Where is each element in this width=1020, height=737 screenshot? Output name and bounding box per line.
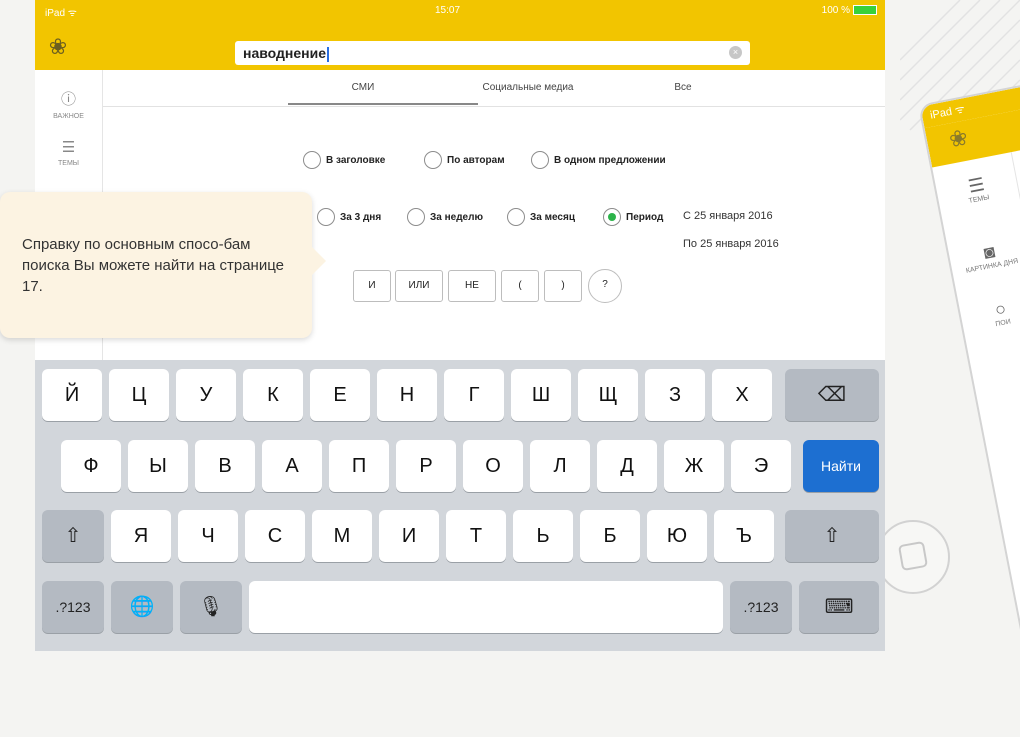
- key-row3-5[interactable]: Т: [446, 510, 506, 562]
- close-paren-button[interactable]: ): [544, 270, 582, 302]
- battery-icon: [853, 5, 877, 16]
- key-row1-8[interactable]: Щ: [578, 369, 638, 421]
- key-row1-3[interactable]: К: [243, 369, 303, 421]
- search-field[interactable]: наводнение ×: [235, 41, 750, 65]
- globe-icon: 🌐: [129, 596, 155, 618]
- radio-by-authors[interactable]: По авторам: [424, 151, 505, 169]
- open-paren-button[interactable]: (: [501, 270, 539, 302]
- key-row2-5[interactable]: Р: [396, 440, 456, 492]
- hide-keyboard-key[interactable]: ⌨: [799, 581, 879, 633]
- battery-indicator: 100 %: [822, 5, 877, 16]
- header-bar: ❀ наводнение ×: [35, 22, 885, 70]
- key-row3-1[interactable]: Ч: [178, 510, 238, 562]
- key-row2-4[interactable]: П: [329, 440, 389, 492]
- radio-month[interactable]: За месяц: [507, 208, 575, 226]
- key-row1-10[interactable]: Х: [712, 369, 772, 421]
- tab-social[interactable]: Социальные медиа: [468, 82, 588, 93]
- microphone-icon: 🎙: [198, 596, 224, 618]
- clock: 15:07: [435, 5, 461, 16]
- key-row2-0[interactable]: Ф: [61, 440, 121, 492]
- sidebar-item-label: ВАЖНОЕ: [53, 113, 84, 120]
- app-logo-icon[interactable]: ❀: [45, 34, 71, 60]
- shift-right-key[interactable]: ⇧: [785, 510, 879, 562]
- key-row3-8[interactable]: Ю: [647, 510, 707, 562]
- shift-icon: ⇧: [823, 525, 841, 547]
- key-row3-9[interactable]: Ъ: [714, 510, 774, 562]
- date-from[interactable]: С 25 января 2016: [683, 210, 773, 222]
- search-query[interactable]: наводнение: [243, 45, 329, 62]
- key-row3-2[interactable]: С: [245, 510, 305, 562]
- key-row3-0[interactable]: Я: [111, 510, 171, 562]
- space-key[interactable]: [249, 581, 723, 633]
- key-row3-6[interactable]: Ь: [513, 510, 573, 562]
- key-row1-5[interactable]: Н: [377, 369, 437, 421]
- list-icon: ☰: [61, 139, 76, 156]
- key-row3-7[interactable]: Б: [580, 510, 640, 562]
- operator-or-button[interactable]: ИЛИ: [395, 270, 443, 302]
- source-tabs: СМИ Социальные медиа Все: [103, 70, 885, 107]
- key-row1-2[interactable]: У: [176, 369, 236, 421]
- globe-key[interactable]: 🌐: [111, 581, 173, 633]
- clear-search-icon[interactable]: ×: [729, 46, 742, 59]
- key-row2-2[interactable]: В: [195, 440, 255, 492]
- help-tooltip: Справку по основным спосо-бам поиска Вы …: [0, 192, 326, 338]
- key-row1-6[interactable]: Г: [444, 369, 504, 421]
- shift-icon: ⇧: [64, 525, 82, 547]
- radio-period[interactable]: Период: [603, 208, 663, 226]
- key-row3-4[interactable]: И: [379, 510, 439, 562]
- operator-not-button[interactable]: НЕ: [448, 270, 496, 302]
- radio-3-days[interactable]: За 3 дня: [317, 208, 381, 226]
- carrier-wifi: iPad ᯤ: [45, 8, 77, 19]
- key-row1-0[interactable]: Й: [42, 369, 102, 421]
- secondary-logo-icon: ❀: [946, 124, 970, 153]
- sidebar-item-topics[interactable]: ☰ ТЕМЫ: [35, 138, 102, 167]
- keyboard: ⌫ Найти ⇧ ⇧ .?123 🌐 🎙 .?123 ⌨ ЙЦУКЕНГШЩЗ…: [35, 360, 885, 651]
- backspace-icon: ⌫: [817, 384, 847, 406]
- radio-in-title[interactable]: В заголовке: [303, 151, 385, 169]
- key-row2-9[interactable]: Ж: [664, 440, 724, 492]
- key-row2-7[interactable]: Л: [530, 440, 590, 492]
- sidebar-item-label: ТЕМЫ: [58, 160, 79, 167]
- secondary-item-topics: ☰ ТЕМЫ: [935, 168, 1019, 211]
- key-row1-9[interactable]: З: [645, 369, 705, 421]
- key-row1-4[interactable]: Е: [310, 369, 370, 421]
- tab-media[interactable]: СМИ: [303, 82, 423, 93]
- key-row2-3[interactable]: А: [262, 440, 322, 492]
- key-row2-1[interactable]: Ы: [128, 440, 188, 492]
- date-to[interactable]: По 25 января 2016: [683, 238, 779, 250]
- keyboard-icon: ⌨: [824, 596, 854, 618]
- key-row2-10[interactable]: Э: [731, 440, 791, 492]
- secondary-item-search: ○ ПОИ: [959, 292, 1020, 335]
- key-row1-7[interactable]: Ш: [511, 369, 571, 421]
- key-row1-1[interactable]: Ц: [109, 369, 169, 421]
- search-key[interactable]: Найти: [803, 440, 879, 492]
- active-tab-indicator: [288, 103, 478, 105]
- shift-left-key[interactable]: ⇧: [42, 510, 104, 562]
- secondary-item-picture: ◙ КАРТИНКА ДНЯ: [948, 235, 1020, 278]
- dictation-key[interactable]: 🎙: [180, 581, 242, 633]
- sidebar-item-important[interactable]: ⓘ ВАЖНОЕ: [35, 88, 102, 120]
- numbers-key-right[interactable]: .?123: [730, 581, 792, 633]
- key-row2-8[interactable]: Д: [597, 440, 657, 492]
- help-button[interactable]: ?: [588, 269, 622, 303]
- status-bar: iPad ᯤ 15:07 100 %: [35, 0, 885, 22]
- tab-all[interactable]: Все: [623, 82, 743, 93]
- info-circle-icon: ⓘ: [60, 91, 76, 108]
- key-row3-3[interactable]: М: [312, 510, 372, 562]
- delete-key[interactable]: ⌫: [785, 369, 879, 421]
- numbers-key-left[interactable]: .?123: [42, 581, 104, 633]
- operator-and-button[interactable]: И: [353, 270, 391, 302]
- radio-one-sentence[interactable]: В одном предложении: [531, 151, 666, 169]
- key-row2-6[interactable]: О: [463, 440, 523, 492]
- tooltip-text: Справку по основным спосо-бам поиска Вы …: [22, 236, 284, 295]
- home-square-icon: [897, 540, 929, 572]
- radio-week[interactable]: За неделю: [407, 208, 483, 226]
